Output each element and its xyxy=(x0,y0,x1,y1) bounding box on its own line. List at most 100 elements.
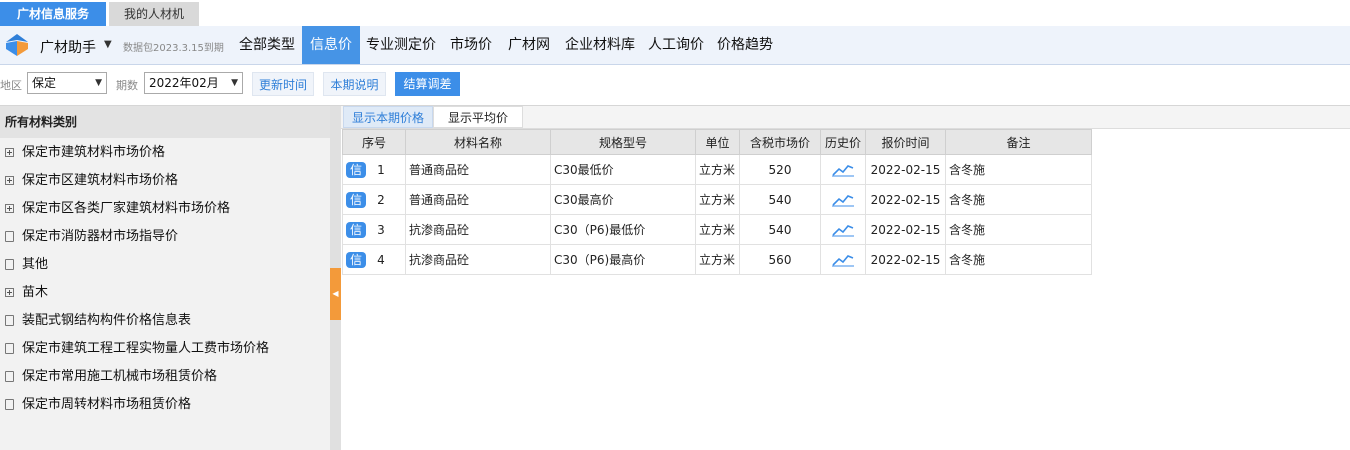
main-nav: 广材助手 ▼ 数据包2023.3.15到期 全部类型 信息价 专业测定价 市场价… xyxy=(0,26,1350,65)
history-price-cell[interactable] xyxy=(820,214,866,245)
cell-price: 560 xyxy=(739,244,821,275)
collapse-left-icon[interactable]: ◀ xyxy=(330,268,341,320)
col-header-price[interactable]: 含税市场价 xyxy=(739,129,821,155)
price-table: 序号 材料名称 规格型号 单位 含税市场价 历史价 报价时间 备注 信1 普通商… xyxy=(342,129,1092,275)
price-view-tabs: 显示本期价格 显示平均价 xyxy=(341,106,1350,129)
info-price-badge[interactable]: 信 xyxy=(346,251,366,268)
cell-note: 含冬施 xyxy=(945,214,1092,245)
table-header-row: 序号 材料名称 规格型号 单位 含税市场价 历史价 报价时间 备注 xyxy=(342,129,1092,155)
document-icon xyxy=(5,231,14,242)
tree-item-label: 保定市建筑工程工程实物量人工费市场价格 xyxy=(22,341,270,356)
filter-bar: 地区 保定 ▼ 期数 2022年02月 ▼ 更新时间 本期说明 结算调差 xyxy=(0,65,1350,106)
period-label: 期数 xyxy=(116,79,138,92)
trend-chart-icon[interactable] xyxy=(832,253,854,267)
cell-price: 540 xyxy=(739,184,821,215)
cell-unit: 立方米 xyxy=(695,154,740,185)
document-icon xyxy=(5,315,14,326)
info-price-badge[interactable]: 信 xyxy=(346,191,366,208)
cell-name: 抗渗商品砼 xyxy=(405,244,551,275)
cell-note: 含冬施 xyxy=(945,244,1092,275)
nav-all-types[interactable]: 全部类型 xyxy=(233,26,301,64)
expand-icon[interactable] xyxy=(5,204,14,213)
tab-current-period-price[interactable]: 显示本期价格 xyxy=(343,106,433,128)
tree-item-label: 苗木 xyxy=(22,285,49,300)
region-label: 地区 xyxy=(0,79,22,92)
nav-guangcai-web[interactable]: 广材网 xyxy=(502,26,556,64)
region-select[interactable]: 保定 ▼ xyxy=(27,72,107,94)
cell-unit: 立方米 xyxy=(695,244,740,275)
app-logo-icon xyxy=(6,34,28,56)
expand-icon[interactable] xyxy=(5,176,14,185)
period-value: 2022年02月 xyxy=(149,76,219,90)
update-time-button[interactable]: 更新时间 xyxy=(252,72,314,96)
tree-item-label: 装配式钢结构构件价格信息表 xyxy=(22,313,192,328)
row-no: 1 xyxy=(377,162,385,177)
trend-chart-icon[interactable] xyxy=(832,163,854,177)
history-price-cell[interactable] xyxy=(820,184,866,215)
history-price-cell[interactable] xyxy=(820,154,866,185)
nav-labor-inquiry[interactable]: 人工询价 xyxy=(643,26,709,64)
table-row[interactable]: 信4 抗渗商品砼 C30（P6)最高价 立方米 560 2022-02-15 含… xyxy=(342,244,1092,275)
cell-note: 含冬施 xyxy=(945,184,1092,215)
table-row[interactable]: 信2 普通商品砼 C30最高价 立方米 540 2022-02-15 含冬施 xyxy=(342,184,1092,215)
tree-item-label: 保定市常用施工机械市场租赁价格 xyxy=(22,369,218,384)
info-price-badge[interactable]: 信 xyxy=(346,161,366,178)
period-select[interactable]: 2022年02月 ▼ xyxy=(144,72,243,94)
trend-chart-icon[interactable] xyxy=(832,193,854,207)
cell-price: 540 xyxy=(739,214,821,245)
category-panel: 所有材料类别 保定市建筑材料市场价格 保定市区建筑材料市场价格 保定市区各类厂家… xyxy=(0,106,330,450)
expand-icon[interactable] xyxy=(5,148,14,157)
cell-name: 抗渗商品砼 xyxy=(405,214,551,245)
col-header-no[interactable]: 序号 xyxy=(342,129,406,155)
dropdown-arrow-icon: ▼ xyxy=(95,78,102,88)
history-price-cell[interactable] xyxy=(820,244,866,275)
cell-price: 520 xyxy=(739,154,821,185)
table-row[interactable]: 信1 普通商品砼 C30最低价 立方米 520 2022-02-15 含冬施 xyxy=(342,154,1092,185)
row-no: 3 xyxy=(377,222,385,237)
info-price-badge[interactable]: 信 xyxy=(346,221,366,238)
cell-date: 2022-02-15 xyxy=(865,214,946,245)
tab-guangcai-info-service[interactable]: 广材信息服务 xyxy=(0,2,106,26)
document-icon xyxy=(5,371,14,382)
dropdown-arrow-icon: ▼ xyxy=(231,78,238,88)
tab-my-labor-material-machine[interactable]: 我的人材机 xyxy=(109,2,199,26)
col-header-date[interactable]: 报价时间 xyxy=(865,129,946,155)
cell-spec: C30最低价 xyxy=(550,154,696,185)
top-tab-bar: 广材信息服务 我的人材机 xyxy=(0,0,1350,27)
tab-average-price[interactable]: 显示平均价 xyxy=(433,106,523,128)
tree-item-label: 保定市区各类厂家建筑材料市场价格 xyxy=(22,201,231,216)
nav-info-price[interactable]: 信息价 xyxy=(302,26,360,64)
cell-spec: C30最高价 xyxy=(550,184,696,215)
cell-name: 普通商品砼 xyxy=(405,154,551,185)
cell-unit: 立方米 xyxy=(695,184,740,215)
trend-chart-icon[interactable] xyxy=(832,223,854,237)
document-icon xyxy=(5,259,14,270)
nav-professional-price[interactable]: 专业测定价 xyxy=(361,26,441,64)
nav-market-price[interactable]: 市场价 xyxy=(444,26,498,64)
cell-spec: C30（P6)最高价 xyxy=(550,244,696,275)
cell-date: 2022-02-15 xyxy=(865,184,946,215)
table-row[interactable]: 信3 抗渗商品砼 C30（P6)最低价 立方米 540 2022-02-15 含… xyxy=(342,214,1092,245)
app-name-menu[interactable]: 广材助手 xyxy=(40,37,96,57)
tree-item-label: 其他 xyxy=(22,257,49,272)
expand-icon[interactable] xyxy=(5,288,14,297)
tree-item-label: 保定市建筑材料市场价格 xyxy=(22,145,166,160)
col-header-note[interactable]: 备注 xyxy=(945,129,1092,155)
period-notes-button[interactable]: 本期说明 xyxy=(323,72,386,96)
tree-item-label: 保定市周转材料市场租赁价格 xyxy=(22,397,192,412)
nav-enterprise-library[interactable]: 企业材料库 xyxy=(559,26,641,64)
nav-price-trend[interactable]: 价格趋势 xyxy=(712,26,778,64)
document-icon xyxy=(5,343,14,354)
document-icon xyxy=(5,399,14,410)
cell-date: 2022-02-15 xyxy=(865,244,946,275)
caret-down-icon[interactable]: ▼ xyxy=(104,39,112,50)
col-header-history[interactable]: 历史价 xyxy=(820,129,866,155)
row-no: 4 xyxy=(377,252,385,267)
cell-date: 2022-02-15 xyxy=(865,154,946,185)
col-header-name[interactable]: 材料名称 xyxy=(405,129,551,155)
cell-unit: 立方米 xyxy=(695,214,740,245)
col-header-spec[interactable]: 规格型号 xyxy=(550,129,696,155)
tree-item-label: 保定市消防器材市场指导价 xyxy=(22,229,179,244)
settlement-adjust-button[interactable]: 结算调差 xyxy=(395,72,460,96)
col-header-unit[interactable]: 单位 xyxy=(695,129,740,155)
